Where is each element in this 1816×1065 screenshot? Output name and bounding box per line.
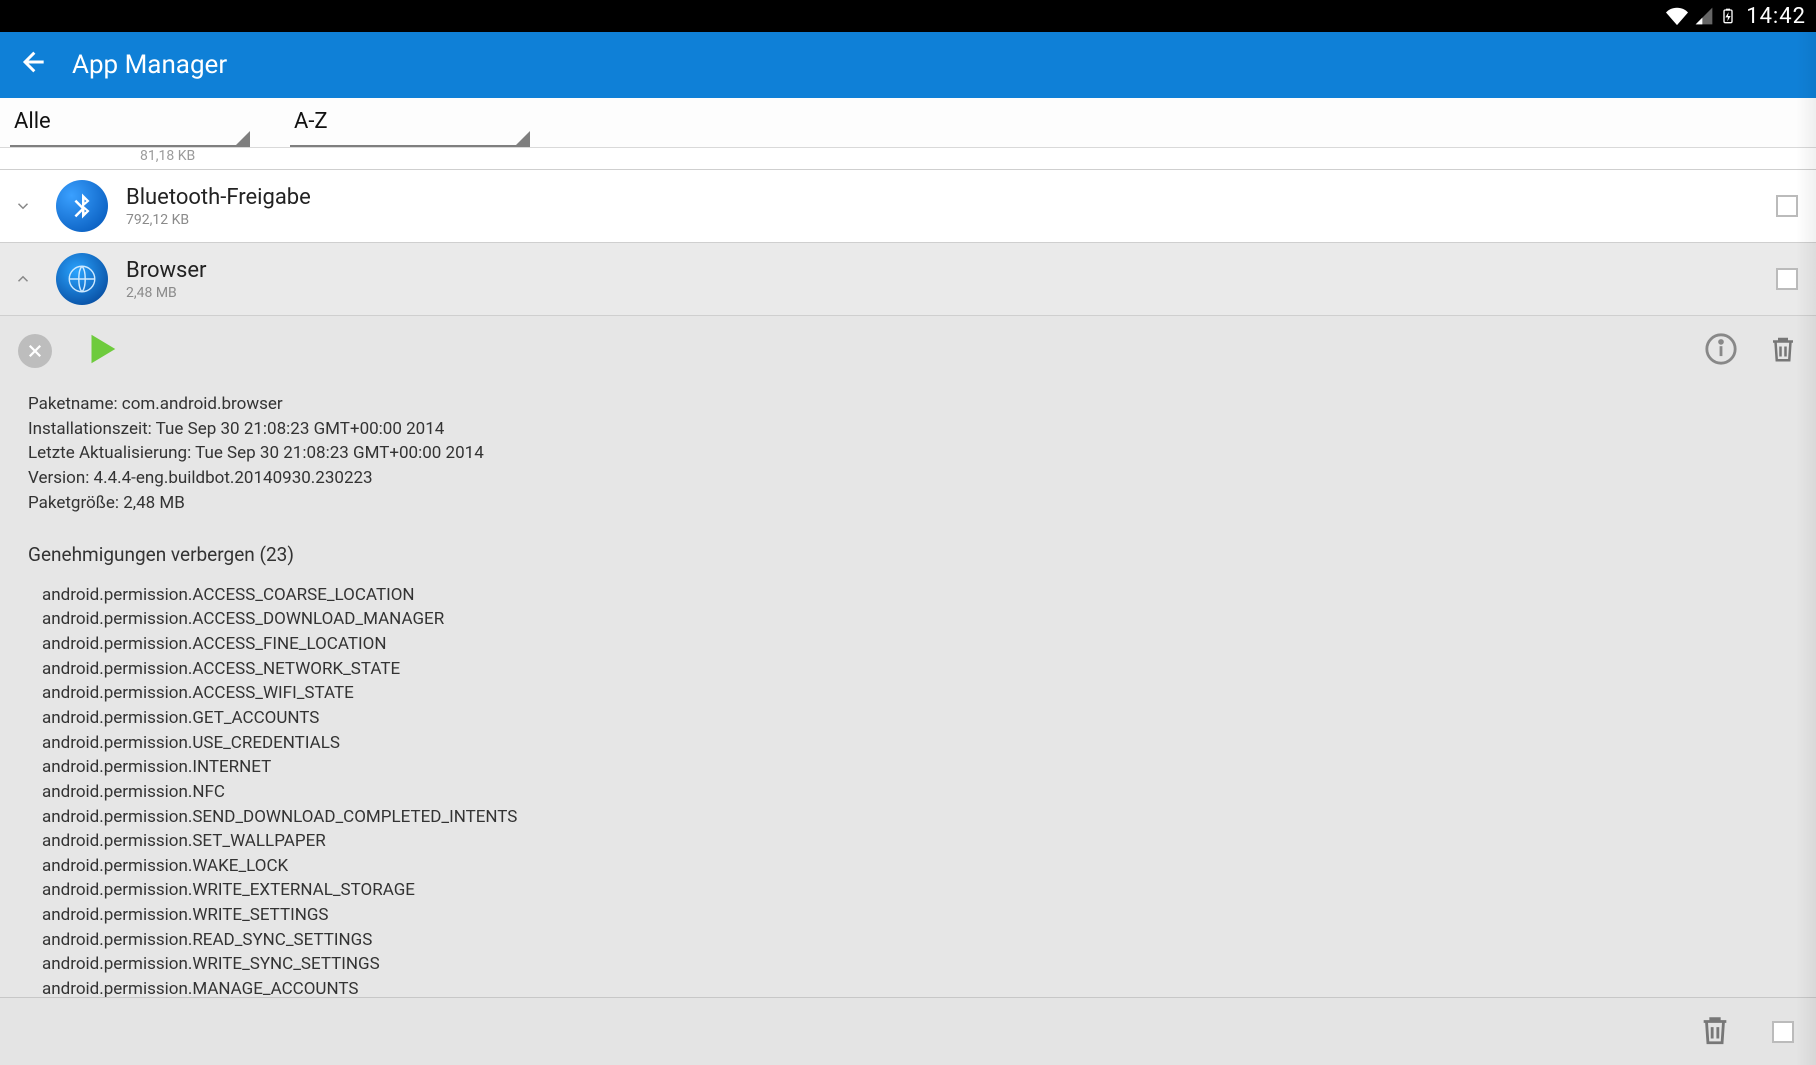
permission-item: android.permission.WRITE_SYNC_SETTINGS bbox=[42, 952, 1788, 977]
filter-spinner-value: Alle bbox=[14, 109, 51, 134]
app-size: 2,48 MB bbox=[126, 285, 1758, 301]
detail-toolbar bbox=[0, 316, 1816, 386]
detail-package: Paketname: com.android.browser bbox=[28, 392, 1788, 417]
detail-version: Version: 4.4.4-eng.buildbot.20140930.230… bbox=[28, 466, 1788, 491]
detail-updated: Letzte Aktualisierung: Tue Sep 30 21:08:… bbox=[28, 441, 1788, 466]
battery-charging-icon bbox=[1720, 5, 1736, 27]
permission-item: android.permission.WRITE_EXTERNAL_STORAG… bbox=[42, 878, 1788, 903]
back-button[interactable] bbox=[18, 48, 46, 83]
filter-sort-bar: Alle A-Z bbox=[0, 98, 1816, 148]
sort-spinner[interactable]: A-Z bbox=[290, 98, 530, 147]
android-status-bar: 14:42 bbox=[0, 0, 1816, 32]
permission-item: android.permission.WAKE_LOCK bbox=[42, 854, 1788, 879]
app-bar-title: App Manager bbox=[72, 50, 227, 80]
permissions-list: android.permission.ACCESS_COARSE_LOCATIO… bbox=[28, 583, 1788, 1051]
app-bar: App Manager bbox=[0, 32, 1816, 98]
filter-spinner[interactable]: Alle bbox=[10, 98, 250, 147]
app-size: 792,12 KB bbox=[126, 212, 1758, 228]
chevron-down-icon[interactable] bbox=[8, 197, 38, 215]
bluetooth-icon bbox=[56, 180, 108, 232]
permissions-toggle[interactable]: Genehmigungen verbergen (23) bbox=[28, 541, 1788, 569]
permission-item: android.permission.ACCESS_NETWORK_STATE bbox=[42, 657, 1788, 682]
globe-icon bbox=[56, 253, 108, 305]
bottom-action-bar bbox=[0, 997, 1816, 1065]
app-size: 81,18 KB bbox=[140, 148, 195, 164]
close-detail-button[interactable] bbox=[18, 334, 52, 368]
permission-item: android.permission.INTERNET bbox=[42, 755, 1788, 780]
app-row-bluetooth[interactable]: Bluetooth-Freigabe 792,12 KB bbox=[0, 170, 1816, 243]
permission-item: android.permission.NFC bbox=[42, 780, 1788, 805]
app-row-browser[interactable]: Browser 2,48 MB bbox=[0, 243, 1816, 316]
status-clock: 14:42 bbox=[1746, 4, 1806, 29]
permission-item: android.permission.ACCESS_FINE_LOCATION bbox=[42, 632, 1788, 657]
permission-item: android.permission.ACCESS_DOWNLOAD_MANAG… bbox=[42, 607, 1788, 632]
sort-spinner-value: A-Z bbox=[294, 109, 328, 134]
wifi-icon bbox=[1666, 5, 1688, 27]
app-checkbox[interactable] bbox=[1776, 268, 1798, 290]
app-detail-panel: Paketname: com.android.browser Installat… bbox=[0, 316, 1816, 1051]
permission-item: android.permission.USE_CREDENTIALS bbox=[42, 731, 1788, 756]
info-button[interactable] bbox=[1704, 332, 1738, 370]
uninstall-button[interactable] bbox=[1768, 332, 1798, 370]
detail-installed: Installationszeit: Tue Sep 30 21:08:23 G… bbox=[28, 417, 1788, 442]
permission-item: android.permission.WRITE_SETTINGS bbox=[42, 903, 1788, 928]
permission-item: android.permission.SEND_DOWNLOAD_COMPLET… bbox=[42, 805, 1788, 830]
app-name: Browser bbox=[126, 258, 1758, 283]
chevron-up-icon[interactable] bbox=[8, 270, 38, 288]
detail-size: Paketgröße: 2,48 MB bbox=[28, 491, 1788, 516]
permission-item: android.permission.GET_ACCOUNTS bbox=[42, 706, 1788, 731]
permission-item: android.permission.READ_SYNC_SETTINGS bbox=[42, 928, 1788, 953]
launch-app-button[interactable] bbox=[82, 330, 120, 372]
select-all-checkbox[interactable] bbox=[1772, 1021, 1794, 1043]
app-checkbox[interactable] bbox=[1776, 195, 1798, 217]
app-name: Bluetooth-Freigabe bbox=[126, 185, 1758, 210]
cell-signal-icon bbox=[1694, 6, 1714, 26]
app-row-cutoff[interactable]: 81,18 KB bbox=[0, 148, 1816, 170]
permission-item: android.permission.ACCESS_WIFI_STATE bbox=[42, 681, 1788, 706]
permission-item: android.permission.ACCESS_COARSE_LOCATIO… bbox=[42, 583, 1788, 608]
permission-item: android.permission.SET_WALLPAPER bbox=[42, 829, 1788, 854]
bulk-delete-button[interactable] bbox=[1698, 1011, 1732, 1053]
